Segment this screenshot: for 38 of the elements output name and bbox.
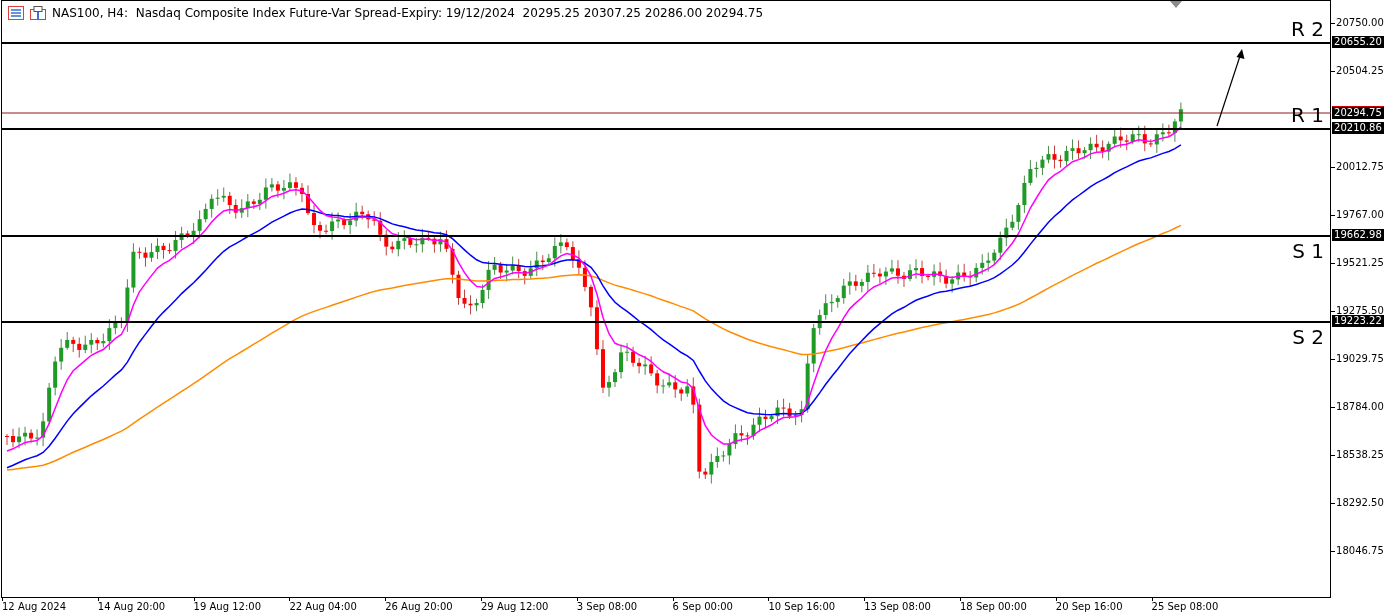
level-price-tag: 19223.22 [1332, 315, 1384, 327]
price-tick-label: 20012.75 [1336, 161, 1384, 173]
chart-title: NAS100, H4: Nasdaq Composite Index Future-Var Spread-Expiry: 19/12/2024 20295.25 20307.25 20286.00 20294.75 [52, 7, 764, 19]
scroll-marker-icon[interactable] [1170, 1, 1182, 8]
level-price-tag: 19662.98 [1332, 229, 1384, 241]
current-price-tag: 20294.75 [1332, 106, 1384, 119]
price-tick-label: 20504.25 [1336, 65, 1384, 77]
time-tick-label: 20 Sep 16:00 [1055, 601, 1123, 613]
time-tick-label: 3 Sep 08:00 [576, 601, 638, 613]
price-tick-label: 18046.75 [1336, 545, 1384, 557]
list-icon[interactable] [8, 6, 24, 20]
level-label: S 2 [1292, 327, 1325, 347]
time-tick-label: 6 Sep 00:00 [672, 601, 733, 613]
price-tick-label: 18784.00 [1336, 401, 1384, 413]
time-tick-label: 14 Aug 20:00 [97, 601, 166, 613]
price-tick-label: 18292.50 [1336, 497, 1384, 509]
level-price-tag: 20210.86 [1332, 122, 1384, 134]
time-tick-label: 29 Aug 12:00 [481, 601, 549, 613]
time-tick-label: 25 Sep 08:00 [1151, 601, 1219, 613]
level-label: R 2 [1291, 19, 1325, 39]
time-tick-label: 13 Sep 08:00 [864, 601, 931, 613]
price-tick-label: 18538.25 [1336, 449, 1384, 461]
time-tick-label: 22 Aug 04:00 [289, 601, 357, 613]
price-tick-label: 19029.75 [1336, 353, 1384, 365]
window-icon[interactable] [30, 6, 46, 20]
price-tick-label: 19275.50 [1336, 305, 1384, 316]
price-tick-label: 19521.25 [1336, 257, 1384, 269]
level-label: S 1 [1292, 241, 1325, 261]
time-tick-label: 19 Aug 12:00 [193, 601, 262, 613]
trend-arrow[interactable] [1216, 49, 1245, 127]
level-label: R 1 [1291, 105, 1325, 125]
price-tick-label: 19767.00 [1336, 209, 1384, 221]
time-tick-label: 10 Sep 16:00 [768, 601, 836, 613]
level-price-tag: 20655.20 [1332, 36, 1384, 48]
time-tick-label: 18 Sep 00:00 [960, 601, 1027, 613]
time-tick-label: 12 Aug 2024 [2, 601, 67, 613]
time-tick-label: 26 Aug 20:00 [385, 601, 453, 613]
price-tick-label: 20750.00 [1336, 17, 1384, 29]
